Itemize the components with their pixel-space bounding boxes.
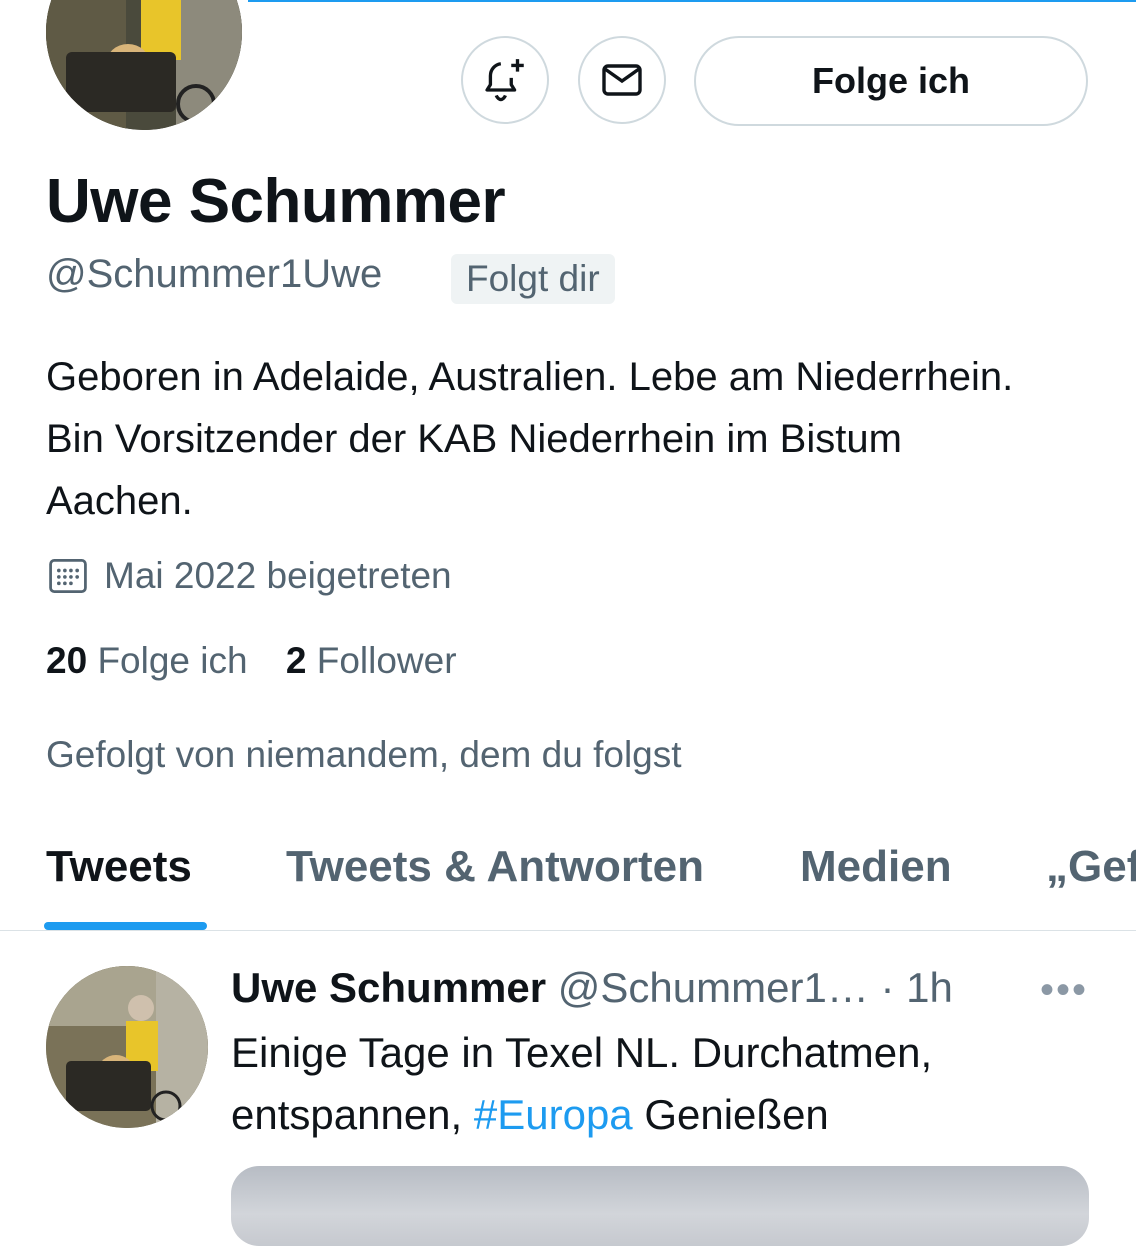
calendar-icon: [49, 559, 87, 593]
followers-label: Follower: [316, 640, 457, 681]
tweet-avatar[interactable]: [46, 966, 208, 1128]
hashtag-link[interactable]: #Europa: [474, 1091, 633, 1138]
following-label: Folge ich: [97, 640, 248, 681]
following-count: 20: [46, 640, 88, 681]
following-stat[interactable]: 20 Folge ich: [46, 640, 248, 681]
tweet-author-handle[interactable]: @Schummer1…: [558, 964, 869, 1011]
following-button[interactable]: Folge ich: [694, 36, 1088, 126]
followers-count: 2: [285, 640, 307, 681]
profile-handle: @Schummer1Uwe: [46, 252, 383, 296]
tab-likes[interactable]: „Gef: [1046, 842, 1136, 892]
tab-tweets-replies[interactable]: Tweets & Antworten: [286, 842, 704, 892]
tweet-media-image[interactable]: [231, 1166, 1089, 1246]
follows-you-badge: Folgt dir: [451, 254, 615, 304]
followers-stat[interactable]: 2 Follower: [286, 640, 457, 681]
notifications-button[interactable]: [461, 36, 549, 124]
message-button[interactable]: [578, 36, 666, 124]
profile-photo-image: [46, 0, 242, 130]
joined-date: Mai 2022 beigetreten: [46, 554, 452, 598]
tab-tweets[interactable]: Tweets: [46, 842, 192, 892]
tweet-time[interactable]: 1h: [906, 964, 953, 1011]
profile-name: Uwe Schummer: [46, 167, 506, 236]
tweet-text-after: Genießen: [632, 1091, 829, 1138]
more-dots-icon[interactable]: •••: [1040, 968, 1088, 1013]
follow-stats: 20 Folge ich 2 Follower: [46, 640, 457, 682]
tweet-text: Einige Tage in Texel NL. Durchatmen, ent…: [231, 1022, 1111, 1146]
tab-media[interactable]: Medien: [800, 842, 952, 892]
joined-text: Mai 2022 beigetreten: [104, 555, 452, 596]
envelope-icon: [602, 64, 642, 96]
bell-plus-icon: [485, 59, 524, 102]
top-accent-line: [248, 0, 1136, 2]
active-tab-indicator: [44, 922, 207, 930]
profile-bio: Geboren in Adelaide, Australien. Lebe am…: [46, 355, 1014, 523]
tweet-avatar-image: [46, 966, 208, 1128]
tweet-separator: ·: [880, 964, 895, 1011]
profile-avatar[interactable]: [46, 0, 242, 130]
tweet-author-name[interactable]: Uwe Schummer: [231, 964, 546, 1011]
tabs-divider: [0, 930, 1136, 931]
tweet-header: Uwe Schummer @Schummer1… · 1h: [231, 964, 953, 1012]
followed-by-text: Gefolgt von niemandem, dem du folgst: [46, 734, 682, 775]
